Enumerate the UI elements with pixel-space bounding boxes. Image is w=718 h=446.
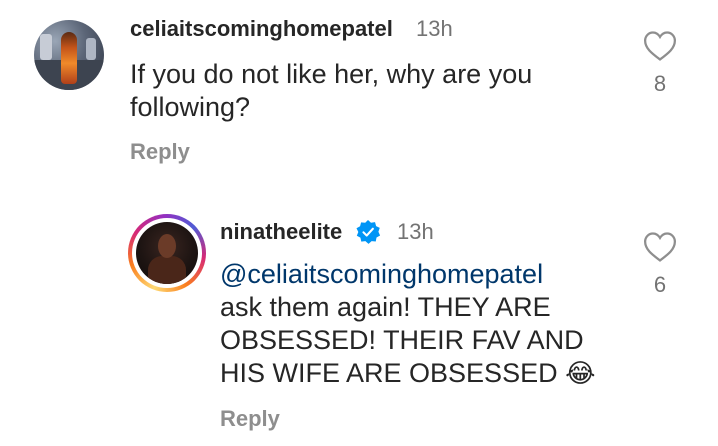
avatar-story-ring[interactable] — [128, 214, 206, 292]
comment-timestamp: 13h — [397, 219, 434, 244]
avatar-face — [158, 234, 176, 258]
comment-username[interactable]: celiaitscominghomepatel — [130, 16, 393, 42]
avatar-background — [86, 38, 96, 60]
comment-text-line: If you do not like her, why are you — [130, 59, 533, 89]
comment-text: @celiaitscominghomepatel ask them again!… — [220, 258, 596, 391]
like-heart-icon[interactable] — [643, 231, 677, 263]
comment-timestamp: 13h — [416, 16, 453, 41]
comment-text: If you do not like her, why are you foll… — [130, 58, 532, 124]
laughing-emoji-icon: 😂 — [565, 359, 596, 389]
comment-text-line: HIS WIFE ARE OBSESSED — [220, 358, 558, 388]
comment-text-line: ask them again! THEY ARE — [220, 292, 551, 322]
avatar-background — [40, 34, 52, 60]
like-count: 6 — [653, 272, 667, 297]
verified-badge-icon — [356, 219, 381, 244]
comment-text-line: OBSESSED! THEIR FAV AND — [220, 325, 584, 355]
reply-button[interactable]: Reply — [130, 139, 190, 165]
mention-link[interactable]: @celiaitscominghomepatel — [220, 258, 596, 291]
avatar-figure — [61, 32, 77, 84]
avatar-figure — [148, 256, 186, 284]
reply-button[interactable]: Reply — [220, 406, 280, 432]
avatar — [136, 222, 198, 284]
comment-text-line: HIS WIFE ARE OBSESSED 😂 — [220, 357, 596, 391]
comment-username[interactable]: ninatheelite — [220, 219, 342, 245]
avatar[interactable] — [34, 20, 104, 90]
like-heart-icon[interactable] — [643, 30, 677, 62]
comment-text-line: following? — [130, 92, 251, 122]
like-count: 8 — [653, 71, 667, 96]
